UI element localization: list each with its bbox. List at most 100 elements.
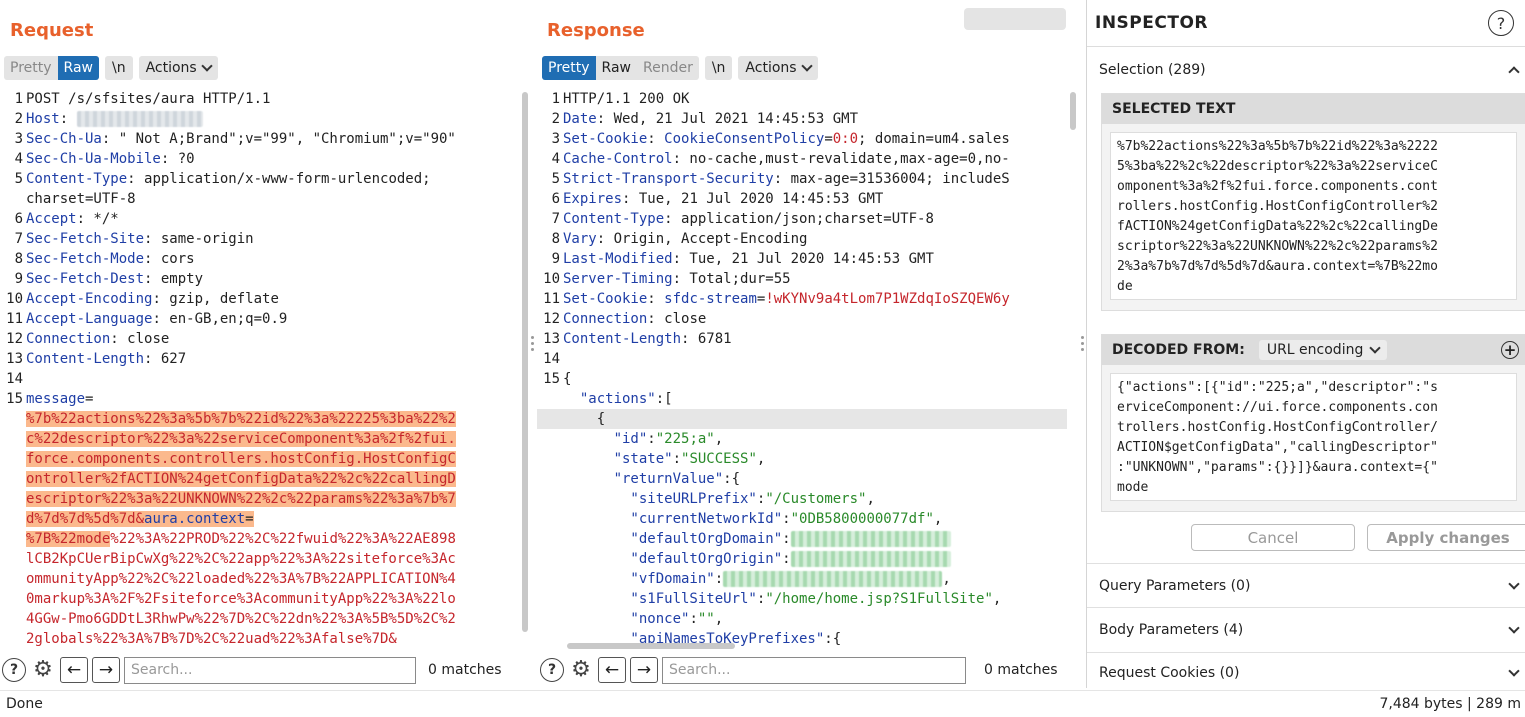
response-editor[interactable]: 1 HTTP/1.1 200 OK 2 Date: Wed, 21 Jul 2021 … [537, 89, 1067, 647]
line-number: 2 [14, 111, 23, 127]
response-search-bar: ? ⚙ ← → 0 matches [540, 655, 1058, 685]
help-icon[interactable]: ? [1488, 10, 1514, 36]
line-text: { [563, 369, 571, 389]
request-cookies-section[interactable]: Request Cookies (0) [1087, 653, 1525, 693]
response-tab-pretty[interactable]: Pretty [542, 56, 596, 80]
request-vertical-scrollbar[interactable] [522, 92, 528, 632]
line-text: ommunityApp%22%2C%22loaded%22%3A%7B%22AP… [26, 569, 456, 589]
response-search-input[interactable] [662, 656, 966, 684]
encoding-select[interactable]: URL encoding [1258, 340, 1388, 360]
code-token: "defaultOrgOrigin" [563, 551, 783, 567]
code-token: "s1FullSiteUrl" [563, 591, 757, 607]
request-actions-menu[interactable]: Actions [138, 56, 218, 80]
inspector-splitter-handle[interactable] [1080, 336, 1084, 351]
query-parameters-section[interactable]: Query Parameters (0) [1087, 563, 1525, 608]
query-parameters-label: Query Parameters (0) [1099, 577, 1251, 594]
selected-text-content[interactable]: %7b%22actions%22%3a%5b%7b%22id%22%3a%222… [1110, 132, 1517, 300]
code-token: , [933, 511, 943, 527]
line-number [0, 429, 26, 449]
request-newline-toggle[interactable]: \n [104, 56, 133, 80]
decoded-from-heading: DECODED FROM: [1112, 342, 1245, 358]
code-token: Content-Length [26, 351, 145, 367]
response-newline-toggle[interactable]: \n [704, 56, 733, 80]
code-token: , [714, 611, 724, 627]
layout-split-button[interactable] [964, 8, 998, 30]
response-actions-menu[interactable]: Actions [738, 56, 818, 80]
split-rows-icon [998, 8, 1032, 30]
decoded-text-content[interactable]: {"actions":[{"id":"225;a","descriptor":"… [1110, 373, 1517, 501]
code-token: "█████████████████████████ [723, 571, 943, 587]
line-number: 8 [551, 231, 560, 247]
response-tab-raw[interactable]: Raw [596, 56, 637, 80]
code-token: CookieConsentPolicy [664, 131, 825, 147]
request-code-line: 6 Accept: */* [0, 209, 518, 229]
request-editor[interactable]: 1POST /s/sfsites/aura HTTP/1.12Host: hel… [0, 89, 518, 647]
code-token: "" [697, 611, 715, 627]
line-text: Sec-Fetch-Mode: cors [26, 249, 195, 269]
line-number [0, 549, 26, 569]
response-horizontal-scrollbar[interactable] [567, 643, 735, 649]
line-number: 14 [543, 351, 560, 367]
help-icon[interactable]: ? [540, 658, 564, 682]
code-token: "nonce" [563, 611, 690, 627]
response-tab-render[interactable]: Render [637, 56, 699, 80]
request-tab-raw[interactable]: Raw [57, 56, 99, 80]
response-vertical-scrollbar[interactable] [1070, 92, 1076, 130]
next-match-button[interactable]: → [630, 657, 658, 683]
response-toolbar: Pretty Raw Render \n Actions [542, 55, 818, 81]
line-number [537, 469, 563, 489]
add-decode-icon[interactable]: + [1501, 341, 1519, 359]
request-code-line: 2globals%22%3A%7B%7D%2C%22uad%22%3Afalse… [0, 629, 518, 647]
response-code-line: 10 Server-Timing: Total;dur=55 [537, 269, 1067, 289]
line-number [537, 549, 563, 569]
cancel-button[interactable]: Cancel [1191, 524, 1355, 551]
line-text: message= [26, 389, 93, 409]
body-parameters-section[interactable]: Body Parameters (4) [1087, 608, 1525, 653]
line-number: 9 [551, 251, 560, 267]
code-token: : [647, 131, 665, 147]
code-token: Sec-Fetch-Dest [26, 271, 145, 287]
inspector-panel: INSPECTOR ? Selection (289) SELECTED TEX… [1086, 0, 1525, 688]
previous-match-button[interactable]: ← [598, 657, 626, 683]
previous-match-button[interactable]: ← [60, 657, 88, 683]
apply-changes-button[interactable]: Apply changes [1367, 524, 1525, 551]
line-number [0, 409, 26, 429]
code-token: : application/x-www-form-urlencoded; [127, 171, 431, 187]
request-toolbar: Pretty Raw \n Actions [4, 55, 218, 81]
code-token: ontroller%2fACTION%24getConfigData%22%2c… [26, 471, 456, 487]
code-token: : ?0 [160, 151, 195, 167]
request-code-line: 11 Accept-Language: en-GB,en;q=0.9 [0, 309, 518, 329]
response-code-line: 12 Connection: close [537, 309, 1067, 329]
code-token: : [782, 551, 791, 567]
pane-splitter-handle[interactable] [530, 336, 534, 351]
gear-icon[interactable]: ⚙ [568, 658, 594, 682]
line-text: "returnValue":{ [563, 469, 740, 489]
code-token: Cache-Control [563, 151, 673, 167]
line-number: 13 [543, 331, 560, 347]
request-tab-pretty[interactable]: Pretty [4, 56, 58, 80]
request-code-line: d%7d%7d%5d%7d&aura.context= [0, 509, 518, 529]
layout-single-button[interactable] [1032, 8, 1066, 30]
code-token: : Total;dur=55 [672, 271, 791, 287]
response-code-line: "state":"SUCCESS", [537, 449, 1067, 469]
layout-rows-button[interactable] [998, 8, 1032, 30]
code-token: d%7d%7d%5d%7d& [26, 511, 145, 527]
next-match-button[interactable]: → [92, 657, 120, 683]
line-number: 14 [6, 371, 23, 387]
line-text: charset=UTF-8 [26, 189, 136, 209]
line-number: 5 [551, 171, 560, 187]
request-code-line: escriptor%22%3a%22UNKNOWN%22%2c%22params… [0, 489, 518, 509]
selection-section-header[interactable]: Selection (289) [1087, 48, 1525, 92]
help-icon[interactable]: ? [2, 658, 26, 682]
request-search-input[interactable] [124, 656, 416, 684]
request-title: Request [10, 20, 94, 41]
code-token: charset=UTF-8 [26, 191, 136, 207]
code-token: "returnValue" [563, 471, 724, 487]
line-text: Set-Cookie: sfdc-stream=!wKYNv9a4tLom7P1… [563, 289, 1010, 309]
line-text: force.components.controllers.hostConfig.… [26, 449, 456, 469]
response-code-line: 4 Cache-Control: no-cache,must-revalidate… [537, 149, 1067, 169]
status-bar: Done 7,484 bytes | 289 m [0, 690, 1525, 717]
line-number [0, 489, 26, 509]
line-number [537, 449, 563, 469]
gear-icon[interactable]: ⚙ [30, 658, 56, 682]
